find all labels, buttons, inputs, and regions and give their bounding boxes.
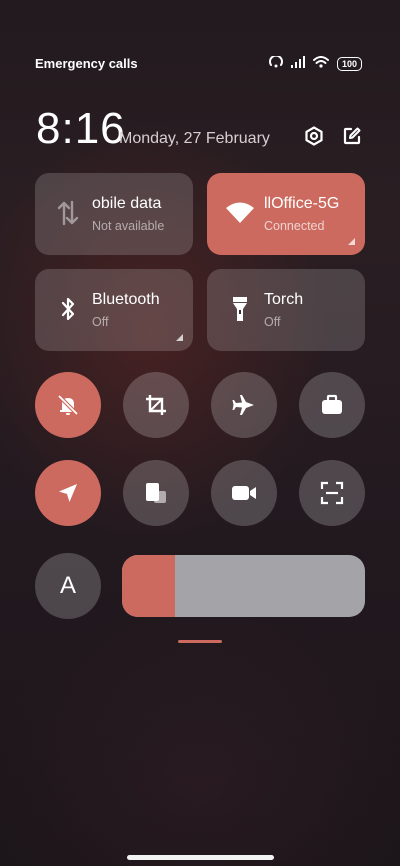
tile-wifi-status: Connected [264, 219, 325, 233]
tile-bluetooth[interactable]: Bluetooth Off [35, 269, 193, 351]
tile-wifi[interactable]: llOffice-5G Connected [207, 173, 365, 255]
location-arrow-icon [59, 484, 77, 502]
torch-icon [225, 294, 255, 324]
floating-windows-icon [146, 483, 166, 503]
tile-torch-title: Torch [264, 291, 304, 308]
brightness-slider[interactable] [122, 555, 365, 617]
edit-button[interactable] [341, 125, 363, 147]
screen-record-toggle[interactable] [211, 460, 277, 526]
drag-handle[interactable] [178, 640, 222, 643]
location-toggle[interactable] [35, 460, 101, 526]
home-indicator[interactable] [127, 855, 274, 860]
mobile-data-arrows-icon [53, 198, 83, 228]
wifi-icon [225, 198, 255, 228]
settings-button[interactable] [303, 125, 325, 147]
brightness-level-fill [122, 555, 176, 617]
bluetooth-expand-corner-icon[interactable] [176, 334, 183, 341]
briefcase-icon [322, 394, 342, 414]
bell-off-icon [57, 394, 79, 416]
settings-hex-icon [305, 126, 323, 146]
tile-mobile-data-title: obile data [92, 195, 162, 212]
video-camera-icon [232, 486, 256, 500]
tile-bluetooth-status: Off [92, 315, 109, 329]
scanner-toggle[interactable] [299, 460, 365, 526]
clock-time: 8:16 [36, 104, 126, 153]
hotspot-icon [268, 54, 283, 73]
airplane-icon [232, 395, 254, 415]
wifi-expand-corner-icon[interactable] [348, 238, 355, 245]
wifi-status-icon [312, 55, 329, 73]
silent-mode-toggle[interactable] [35, 372, 101, 438]
floating-window-toggle[interactable] [123, 460, 189, 526]
auto-brightness-label: A [59, 572, 76, 599]
tile-wifi-title: llOffice-5G [264, 195, 340, 212]
airplane-mode-toggle[interactable] [211, 372, 277, 438]
tile-torch-status: Off [264, 315, 281, 329]
bluetooth-icon [53, 294, 83, 324]
crop-screenshot-toggle[interactable] [123, 372, 189, 438]
status-carrier-text: Emergency calls o [35, 56, 137, 71]
tile-bluetooth-title: Bluetooth [92, 291, 160, 308]
work-mode-toggle[interactable] [299, 372, 365, 438]
edit-icon [343, 127, 361, 145]
scan-frame-icon [320, 481, 344, 505]
tile-torch[interactable]: Torch Off [207, 269, 365, 351]
tile-mobile-data[interactable]: obile data Not available [35, 173, 193, 255]
status-icons: 100 [268, 54, 362, 73]
crop-icon [146, 395, 166, 415]
signal-icon [290, 55, 305, 73]
tile-mobile-data-status: Not available [92, 219, 165, 233]
battery-indicator: 100 [336, 57, 362, 71]
clock-date: Monday, 27 February [119, 130, 270, 147]
auto-brightness-toggle[interactable]: A [35, 553, 101, 619]
